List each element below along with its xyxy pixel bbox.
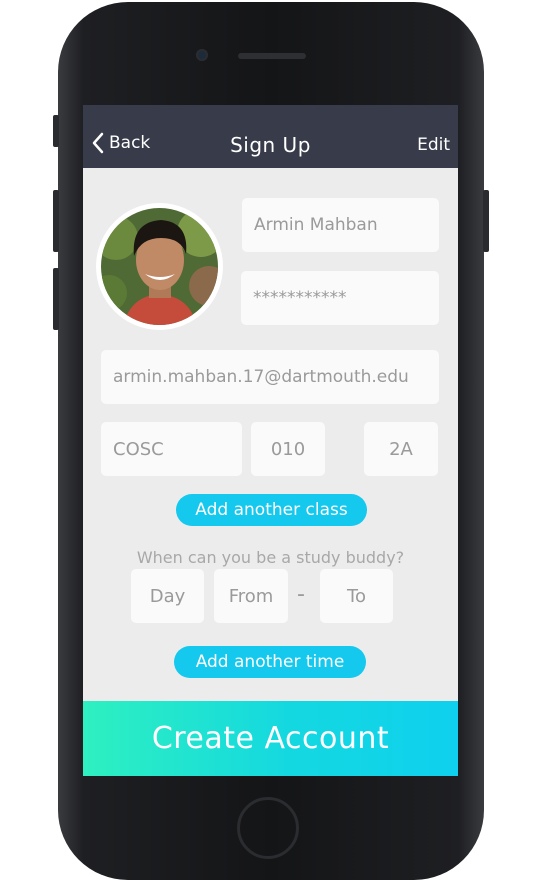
profile-photo[interactable] [96, 203, 223, 330]
volume-up-button [53, 190, 59, 252]
password-input[interactable]: *********** [241, 271, 439, 325]
class-number-input[interactable]: 010 [251, 422, 325, 476]
app-screen: Back Sign Up Edit Armin Mahban *********… [83, 105, 458, 776]
add-time-button[interactable]: Add another time [174, 646, 366, 678]
add-class-button[interactable]: Add another class [176, 494, 367, 526]
mute-switch [53, 115, 59, 147]
volume-down-button [53, 268, 59, 330]
name-input[interactable]: Armin Mahban [242, 198, 439, 252]
home-button[interactable] [237, 797, 299, 859]
navigation-bar: Back Sign Up Edit [83, 105, 458, 168]
avatar-image [101, 208, 218, 325]
earpiece-speaker [238, 53, 306, 59]
availability-prompt: When can you be a study buddy? [136, 548, 405, 567]
email-input[interactable]: armin.mahban.17@dartmouth.edu [101, 350, 439, 404]
front-camera [196, 49, 208, 61]
class-department-input[interactable]: COSC [101, 422, 242, 476]
class-section-input[interactable]: 2A [364, 422, 438, 476]
day-input[interactable]: Day [131, 569, 204, 623]
create-account-button[interactable]: Create Account [83, 701, 458, 776]
from-time-input[interactable]: From [214, 569, 288, 623]
to-time-input[interactable]: To [320, 569, 393, 623]
page-title: Sign Up [230, 133, 311, 157]
power-button [483, 190, 489, 252]
time-range-separator: - [297, 582, 305, 607]
edit-button[interactable]: Edit [417, 135, 450, 155]
